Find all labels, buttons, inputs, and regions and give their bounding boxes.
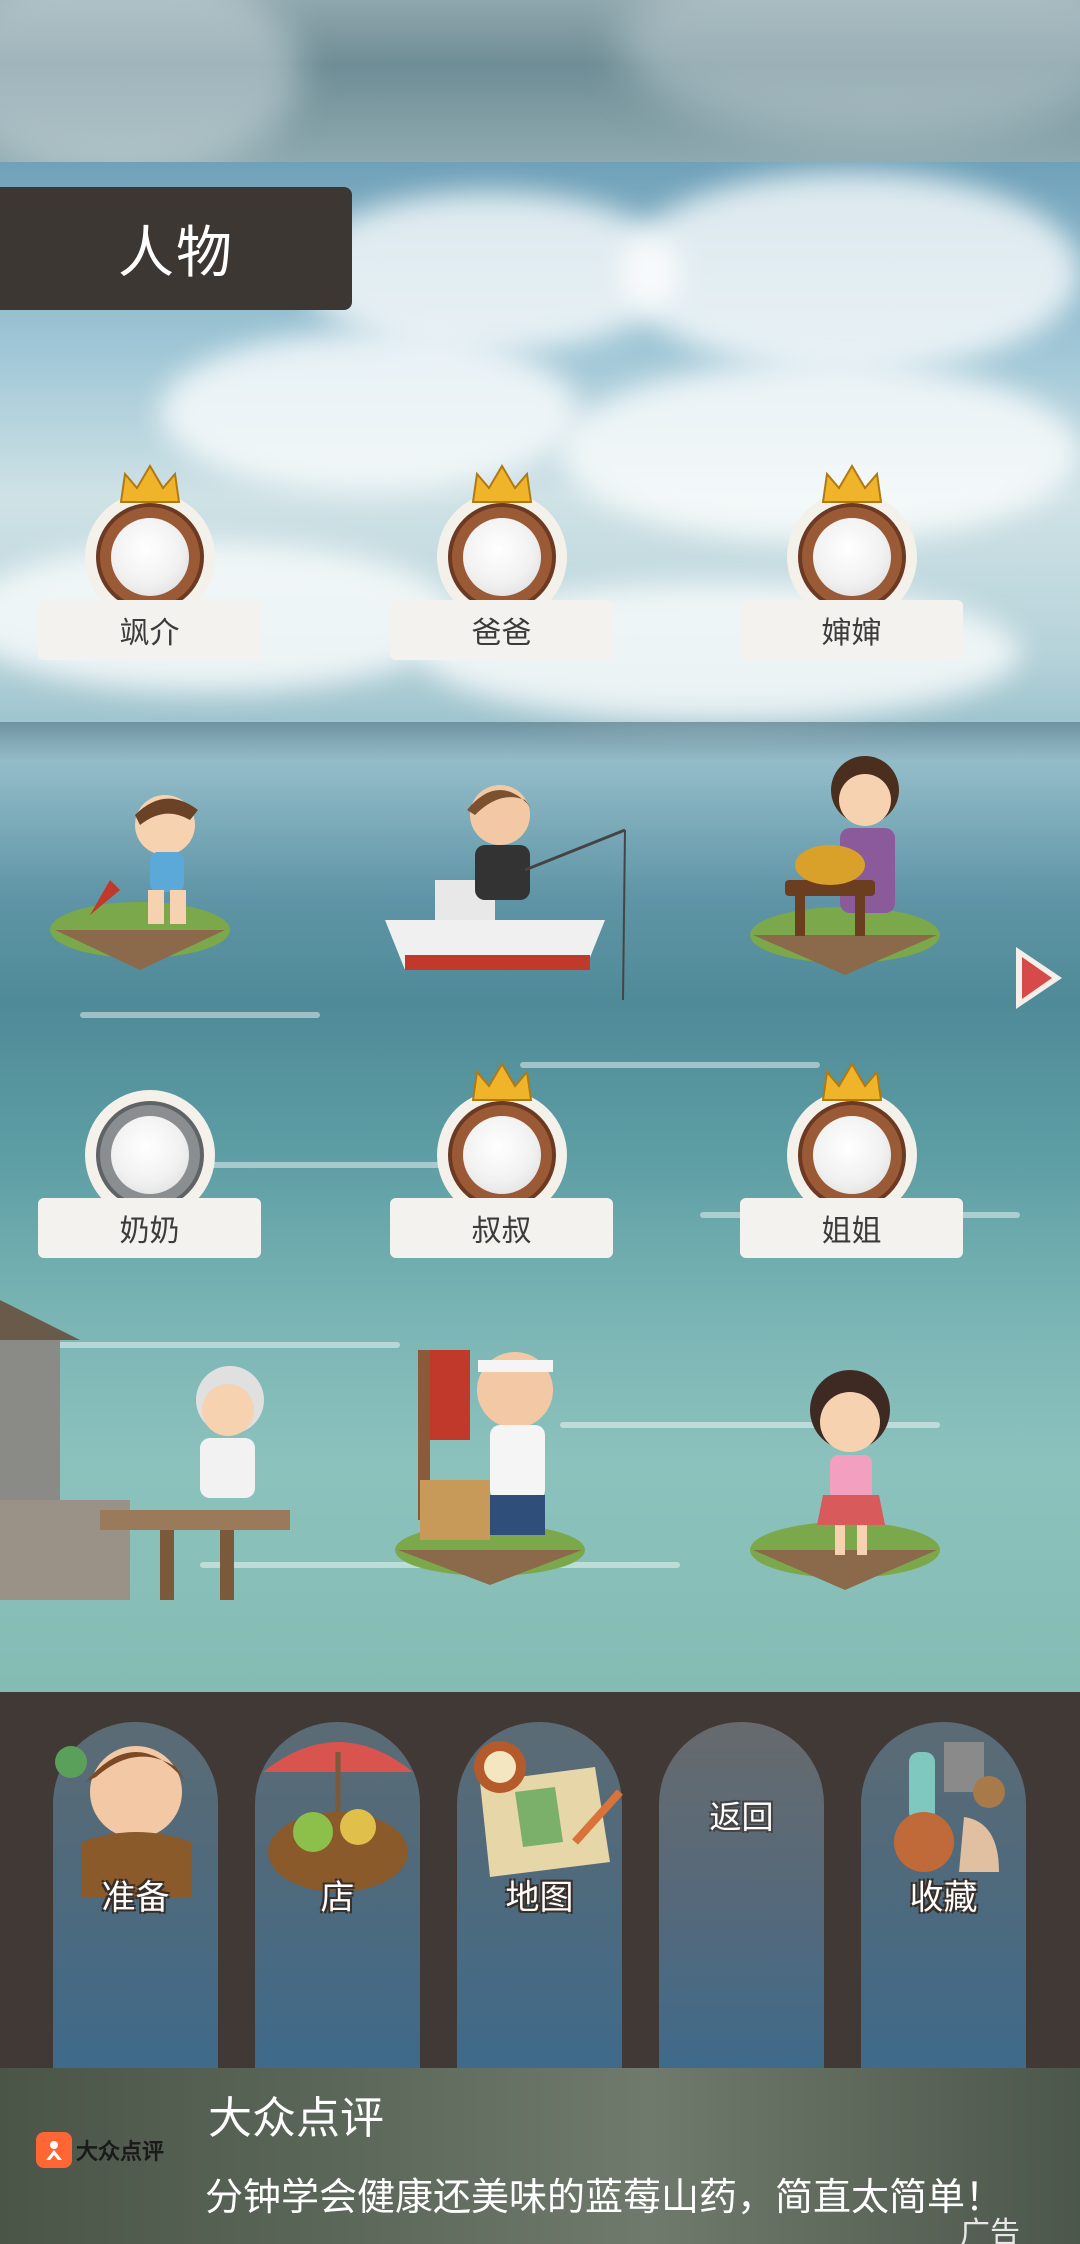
ad-title: 大众点评 (208, 2093, 384, 2144)
menu-map-label: 地图 (505, 1878, 574, 1918)
crown-icon (471, 464, 532, 503)
character-name: 叔叔 (390, 1198, 613, 1258)
character-medal (84, 464, 215, 622)
character-slot[interactable]: 奶奶 (38, 1068, 261, 1258)
brand-person-icon (36, 2132, 72, 2168)
boy-on-island-art (50, 795, 230, 970)
character-slot[interactable]: 姐姐 (740, 1062, 963, 1258)
character-slot[interactable]: 飒介 (38, 464, 261, 660)
next-page-arrow-icon[interactable] (1010, 943, 1066, 1013)
menu-collection-label: 收藏 (909, 1878, 978, 1918)
character-slot[interactable]: 叔叔 (390, 1062, 613, 1258)
screen-title: 人物 (118, 221, 234, 286)
screen-title-panel: 人物 (0, 187, 352, 310)
aunt-cooking-art (750, 756, 940, 975)
menu-shop-button[interactable]: 店 (255, 1722, 420, 2068)
ad-brand-logo: 大众点评 (36, 2132, 164, 2168)
character-name: 奶奶 (38, 1198, 261, 1258)
ad-description: 分钟学会健康还美味的蓝莓山药，简直太简单！ (205, 2175, 1004, 2219)
ad-mark-label: 广告 (960, 2216, 1020, 2244)
menu-collection-button[interactable]: 收藏 (861, 1722, 1026, 2068)
character-name: 飒介 (38, 600, 261, 660)
uncle-with-boxes-art (395, 1350, 585, 1585)
character-slot[interactable]: 爸爸 (390, 464, 613, 660)
menu-shop-label: 店 (320, 1878, 355, 1918)
menu-back-label: 返回 (709, 1798, 774, 1836)
father-on-boat-art (385, 785, 626, 1001)
menu-prepare-button[interactable]: 准备 (53, 1722, 218, 2068)
crown-icon (471, 1062, 532, 1101)
ad-banner[interactable]: 大众点评 大众点评 分钟学会健康还美味的蓝莓山药，简直太简单！ 广告 (0, 2068, 1080, 2244)
top-sky-strip (0, 0, 1080, 162)
crown-icon (119, 464, 180, 503)
crown-icon (821, 464, 882, 503)
menu-prepare-label: 准备 (101, 1878, 170, 1918)
ad-brand-name: 大众点评 (76, 2140, 165, 2165)
character-name: 姐姐 (740, 1198, 963, 1258)
character-medal (786, 464, 917, 622)
character-medal (436, 464, 567, 622)
character-medal (436, 1062, 567, 1220)
menu-map-button[interactable]: 地图 (457, 1722, 623, 2068)
crown-icon (821, 1062, 882, 1101)
character-medal (84, 1068, 215, 1220)
character-slot[interactable]: 婶婶 (740, 464, 963, 660)
bottom-menu-bar: 准备 店 地图 返回 收藏 (0, 1692, 1080, 2068)
character-name: 婶婶 (740, 600, 963, 660)
sister-on-island-art (750, 1370, 940, 1590)
menu-back-button[interactable]: 返回 (659, 1722, 824, 2068)
character-medal (786, 1062, 917, 1220)
grandma-on-pier-art (0, 1300, 290, 1600)
character-name: 爸爸 (390, 600, 613, 660)
